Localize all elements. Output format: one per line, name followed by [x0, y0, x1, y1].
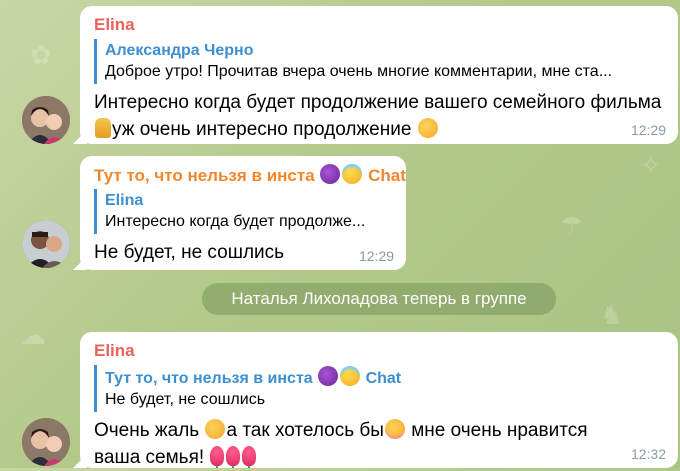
smiling-face-icon	[384, 419, 405, 439]
avatar-elina[interactable]	[22, 96, 70, 144]
smiling-devil-icon	[318, 366, 339, 386]
tulip-icon	[242, 446, 257, 466]
avatar-elina[interactable]	[22, 418, 70, 466]
avatar-chat[interactable]	[22, 220, 70, 268]
quote-author: Тут то, что нельзя в инста Chat	[105, 366, 666, 389]
message-sender[interactable]: Тут то, что нельзя в инста Chat	[94, 164, 406, 186]
message-bubble[interactable]: Тут то, что нельзя в инста Chat Elina Ин…	[73, 156, 406, 270]
quote-text: Доброе утро! Прочитав вчера очень многие…	[105, 63, 613, 80]
pensive-face-icon	[205, 419, 226, 439]
message-sender[interactable]: Elina	[94, 14, 666, 36]
message-text: Не будет, не сошлись	[94, 242, 285, 263]
tulip-icon	[226, 446, 241, 466]
service-message: Наталья Лихоладова теперь в группе	[202, 283, 556, 315]
reply-quote[interactable]: Тут то, что нельзя в инста Chat Не будет…	[94, 365, 666, 412]
quote-text: Не будет, не сошлись	[105, 391, 266, 408]
halo-face-icon	[342, 164, 363, 184]
pray-emoji-icon	[95, 118, 111, 138]
smiling-face-with-hearts-icon	[417, 118, 438, 138]
message-bubble[interactable]: Elina Александра Черно Доброе утро! Проч…	[73, 6, 678, 144]
quote-author: Elina	[105, 192, 144, 209]
message-text: Очень жаль а так хотелось бы мне очень н…	[94, 419, 588, 468]
message-sender[interactable]: Elina	[94, 340, 666, 362]
tulip-icon	[210, 446, 225, 466]
message-time: 12:32	[630, 446, 666, 462]
message-time: 12:29	[358, 248, 394, 264]
reply-quote[interactable]: Александра Черно Доброе утро! Прочитав в…	[94, 39, 666, 84]
message-text: Интересно когда будет продолжение вашего…	[94, 92, 662, 140]
quote-text: Интересно когда будет продолже...	[105, 213, 366, 230]
quote-author: Александра Черно	[105, 42, 254, 59]
reply-quote[interactable]: Elina Интересно когда будет продолже...	[94, 189, 394, 234]
halo-face-icon	[340, 366, 361, 386]
smiling-devil-icon	[320, 164, 341, 184]
message-time: 12:29	[630, 122, 666, 138]
message-bubble[interactable]: Elina Тут то, что нельзя в инста Chat Не…	[73, 332, 678, 468]
